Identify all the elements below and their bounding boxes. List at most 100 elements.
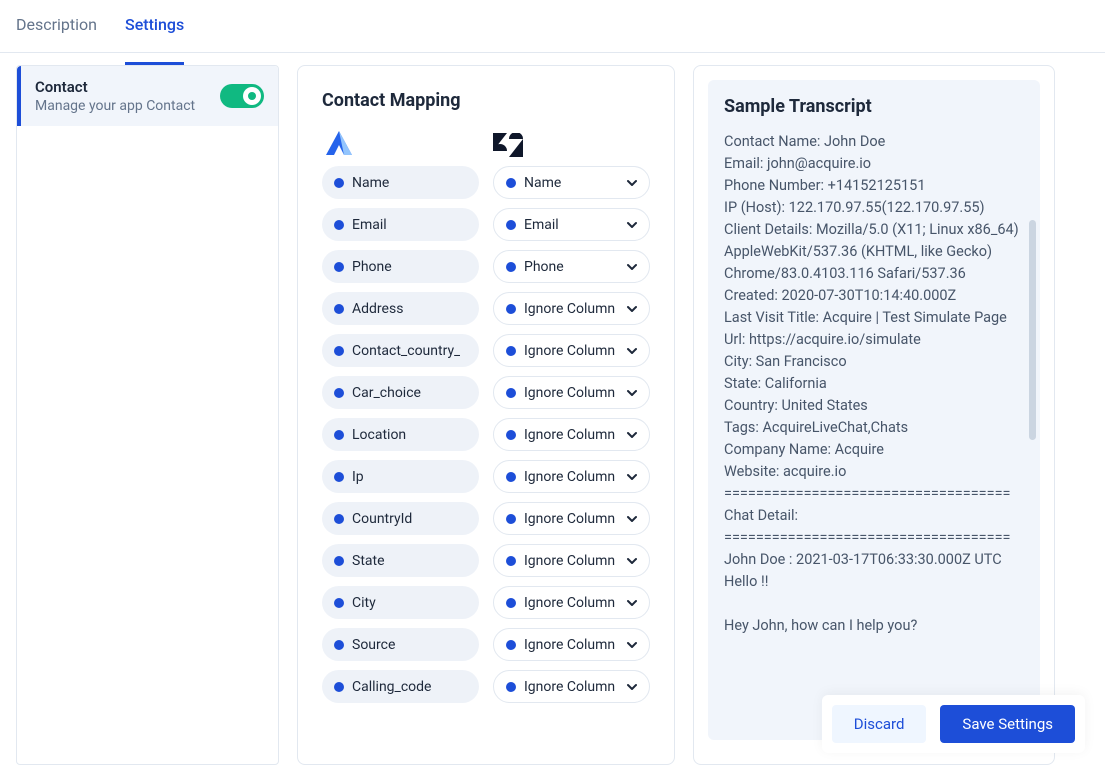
dot-icon xyxy=(334,472,344,482)
dot-icon xyxy=(334,220,344,230)
target-field-11[interactable]: Ignore Column xyxy=(493,628,650,661)
save-button[interactable]: Save Settings xyxy=(940,705,1075,743)
dot-icon xyxy=(506,640,516,650)
source-field-8: CountryId xyxy=(322,502,479,535)
chevron-down-icon xyxy=(625,260,639,274)
transcript-line: Phone Number: +14152125151 xyxy=(724,175,1024,197)
tab-settings-label: Settings xyxy=(125,15,184,34)
target-field-label: Ignore Column xyxy=(524,595,615,611)
source-field-9: State xyxy=(322,544,479,577)
target-field-9[interactable]: Ignore Column xyxy=(493,544,650,577)
dot-icon xyxy=(334,556,344,566)
transcript-line: ==================================== xyxy=(724,527,1024,549)
target-field-5[interactable]: Ignore Column xyxy=(493,376,650,409)
sidebar-item-text: Contact Manage your app Contact xyxy=(35,78,195,114)
source-field-3: Address xyxy=(322,292,479,325)
source-field-label: Car_choice xyxy=(352,385,421,401)
transcript-line: Contact Name: John Doe xyxy=(724,131,1024,153)
dot-icon xyxy=(506,682,516,692)
transcript-line: Website: acquire.io xyxy=(724,461,1024,483)
tabs: Description Settings xyxy=(0,0,1105,53)
sidebar: Contact Manage your app Contact xyxy=(16,65,279,765)
target-field-1[interactable]: Email xyxy=(493,208,650,241)
target-field-label: Ignore Column xyxy=(524,301,615,317)
source-field-6: Location xyxy=(322,418,479,451)
target-field-label: Ignore Column xyxy=(524,469,615,485)
transcript-line: John Doe : 2021-03-17T06:33:30.000Z UTC xyxy=(724,549,1024,571)
dot-icon xyxy=(334,640,344,650)
transcript-line: Hello !! xyxy=(724,571,1024,593)
discard-button[interactable]: Discard xyxy=(832,705,927,743)
dot-icon xyxy=(334,346,344,356)
toggle-knob xyxy=(243,87,261,105)
source-field-label: Name xyxy=(352,175,389,191)
dot-icon xyxy=(506,220,516,230)
target-field-label: Email xyxy=(524,217,559,233)
discard-button-label: Discard xyxy=(854,715,905,733)
transcript-line: Hey John, how can I help you? xyxy=(724,615,1024,637)
transcript-scrollbar[interactable] xyxy=(1029,220,1036,440)
target-field-label: Ignore Column xyxy=(524,427,615,443)
mapping-title: Contact Mapping xyxy=(322,90,650,111)
target-field-label: Ignore Column xyxy=(524,553,615,569)
dot-icon xyxy=(506,430,516,440)
source-field-0: Name xyxy=(322,166,479,199)
tab-description[interactable]: Description xyxy=(16,1,97,51)
target-field-12[interactable]: Ignore Column xyxy=(493,670,650,703)
sidebar-item-contact[interactable]: Contact Manage your app Contact xyxy=(17,66,278,126)
tab-description-label: Description xyxy=(16,15,97,34)
transcript-line: Client Details: Mozilla/5.0 (X11; Linux … xyxy=(724,219,1024,285)
transcript-line: Created: 2020-07-30T10:14:40.000Z xyxy=(724,285,1024,307)
target-field-7[interactable]: Ignore Column xyxy=(493,460,650,493)
transcript-panel: Sample Transcript Contact Name: John Doe… xyxy=(708,80,1040,740)
zendesk-icon xyxy=(493,129,650,157)
transcript-card: Sample Transcript Contact Name: John Doe… xyxy=(693,65,1055,765)
dot-icon xyxy=(334,388,344,398)
dot-icon xyxy=(506,178,516,188)
dot-icon xyxy=(334,430,344,440)
target-field-3[interactable]: Ignore Column xyxy=(493,292,650,325)
dot-icon xyxy=(506,346,516,356)
source-field-label: Ip xyxy=(352,469,364,485)
chevron-down-icon xyxy=(625,176,639,190)
source-field-label: Location xyxy=(352,427,406,443)
chevron-down-icon xyxy=(625,596,639,610)
dot-icon xyxy=(334,598,344,608)
target-field-4[interactable]: Ignore Column xyxy=(493,334,650,367)
transcript-line xyxy=(724,593,1024,615)
source-field-label: State xyxy=(352,553,385,569)
chevron-down-icon xyxy=(625,680,639,694)
chevron-down-icon xyxy=(625,512,639,526)
target-field-10[interactable]: Ignore Column xyxy=(493,586,650,619)
contact-toggle[interactable] xyxy=(220,84,264,108)
target-field-2[interactable]: Phone xyxy=(493,250,650,283)
transcript-line: Chat Detail: xyxy=(724,505,1024,527)
dot-icon xyxy=(506,304,516,314)
source-field-label: City xyxy=(352,595,376,611)
dot-icon xyxy=(506,598,516,608)
source-field-label: Address xyxy=(352,301,403,317)
acquire-icon xyxy=(322,129,479,157)
target-field-8[interactable]: Ignore Column xyxy=(493,502,650,535)
chevron-down-icon xyxy=(625,428,639,442)
main-content: Contact Manage your app Contact Contact … xyxy=(0,53,1105,765)
source-field-7: Ip xyxy=(322,460,479,493)
chevron-down-icon xyxy=(625,386,639,400)
target-field-6[interactable]: Ignore Column xyxy=(493,418,650,451)
chevron-down-icon xyxy=(625,218,639,232)
chevron-down-icon xyxy=(625,638,639,652)
mapping-grid: NameNameEmailEmailPhonePhoneAddressIgnor… xyxy=(322,129,650,703)
source-field-label: Source xyxy=(352,637,395,653)
target-field-0[interactable]: Name xyxy=(493,166,650,199)
transcript-line: Country: United States xyxy=(724,395,1024,417)
chevron-down-icon xyxy=(625,470,639,484)
dot-icon xyxy=(506,556,516,566)
target-field-label: Name xyxy=(524,175,561,191)
dot-icon xyxy=(334,514,344,524)
source-field-2: Phone xyxy=(322,250,479,283)
source-field-label: Contact_country_ xyxy=(352,343,460,359)
tab-settings[interactable]: Settings xyxy=(125,1,184,51)
transcript-line: Email: john@acquire.io xyxy=(724,153,1024,175)
transcript-line: Last Visit Title: Acquire | Test Simulat… xyxy=(724,307,1024,329)
target-field-label: Ignore Column xyxy=(524,637,615,653)
